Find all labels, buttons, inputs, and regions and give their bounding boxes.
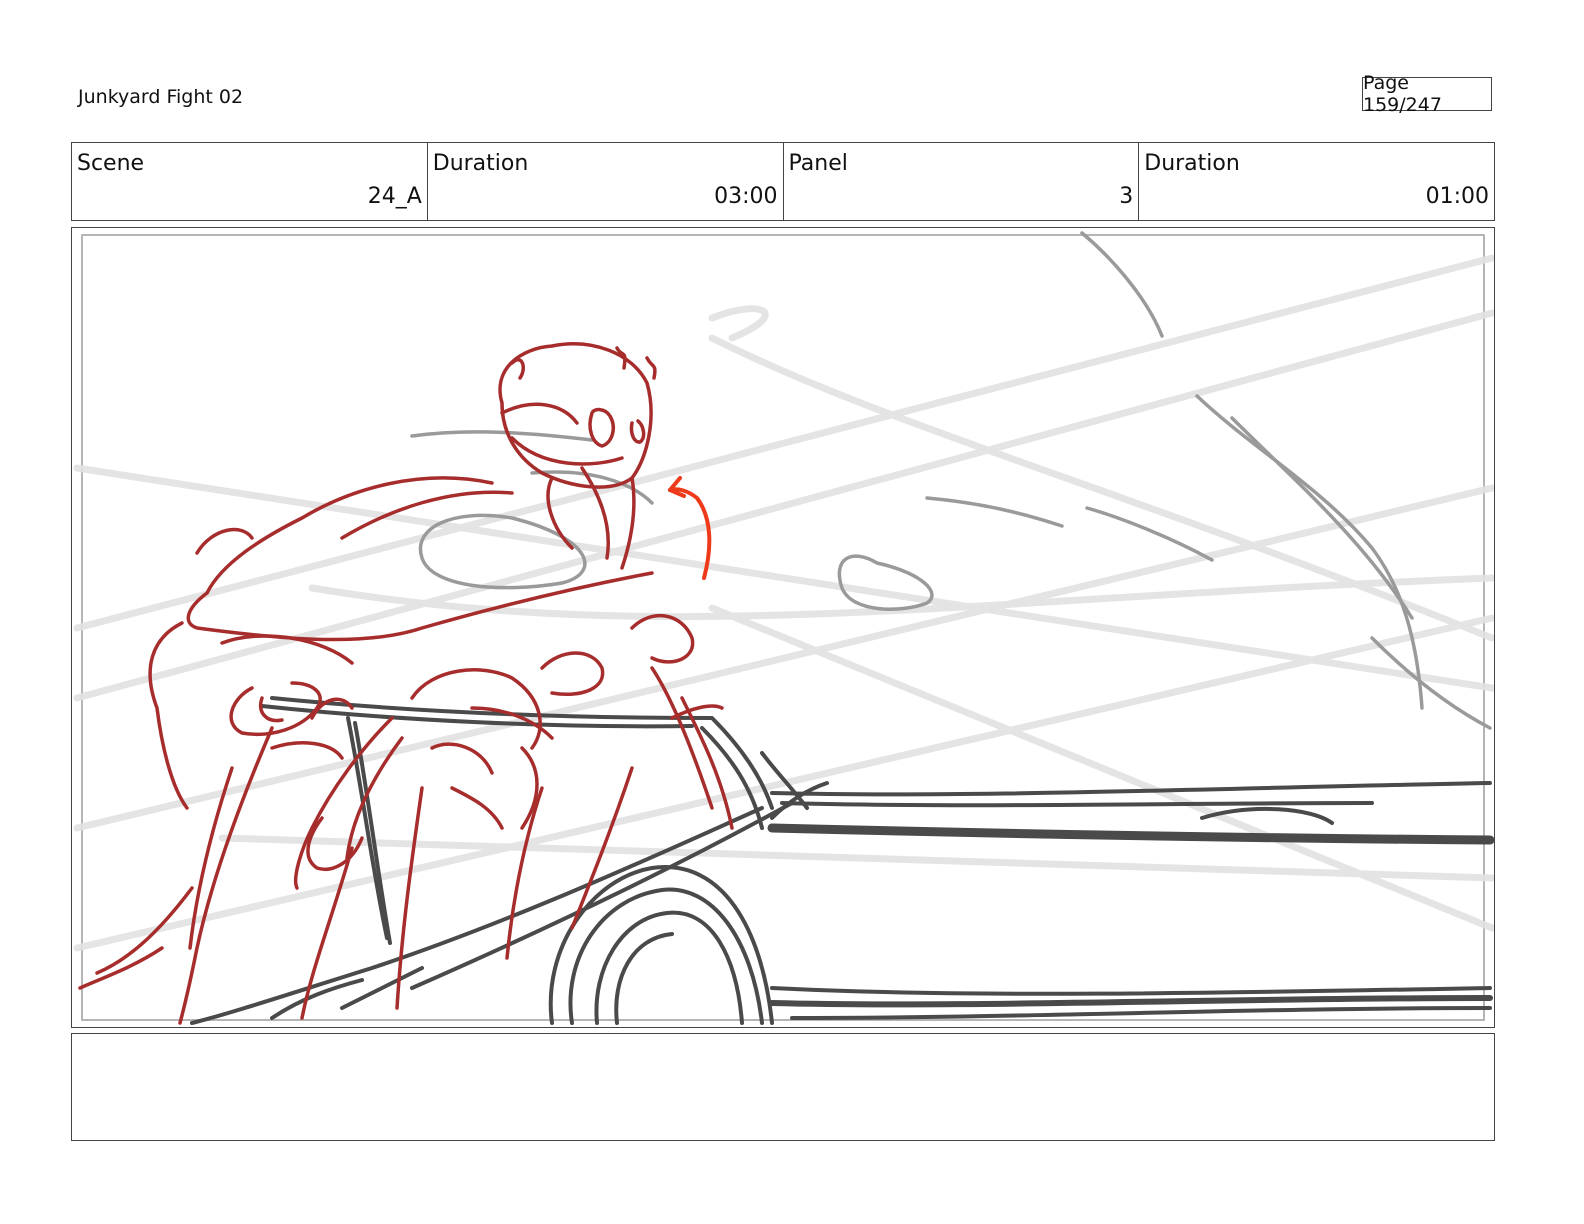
scene-duration-value: 03:00 xyxy=(714,184,778,209)
scene-value: 24_A xyxy=(367,184,422,209)
scene-label: Scene xyxy=(77,151,145,176)
scene-cell: Scene 24_A xyxy=(72,143,428,220)
panel-value: 3 xyxy=(1119,184,1134,209)
panel-cell: Panel 3 xyxy=(784,143,1140,220)
storyboard-panel xyxy=(71,227,1495,1028)
scene-duration-cell: Duration 03:00 xyxy=(428,143,784,220)
panel-notes-box[interactable] xyxy=(71,1033,1495,1141)
panel-info-bar: Scene 24_A Duration 03:00 Panel 3 Durati… xyxy=(71,142,1495,221)
panel-label: Panel xyxy=(788,151,848,176)
scene-duration-label: Duration xyxy=(432,151,529,176)
speed-lines xyxy=(73,254,1494,952)
page-number: Page 159/247 xyxy=(1362,72,1492,116)
panel-duration-cell: Duration 01:00 xyxy=(1139,143,1494,220)
panel-duration-value: 01:00 xyxy=(1425,184,1489,209)
document-title: Junkyard Fight 02 xyxy=(78,86,244,108)
panel-duration-label: Duration xyxy=(1144,151,1240,176)
sketch-drawing xyxy=(73,231,1494,1025)
inner-frame xyxy=(81,234,1485,1021)
